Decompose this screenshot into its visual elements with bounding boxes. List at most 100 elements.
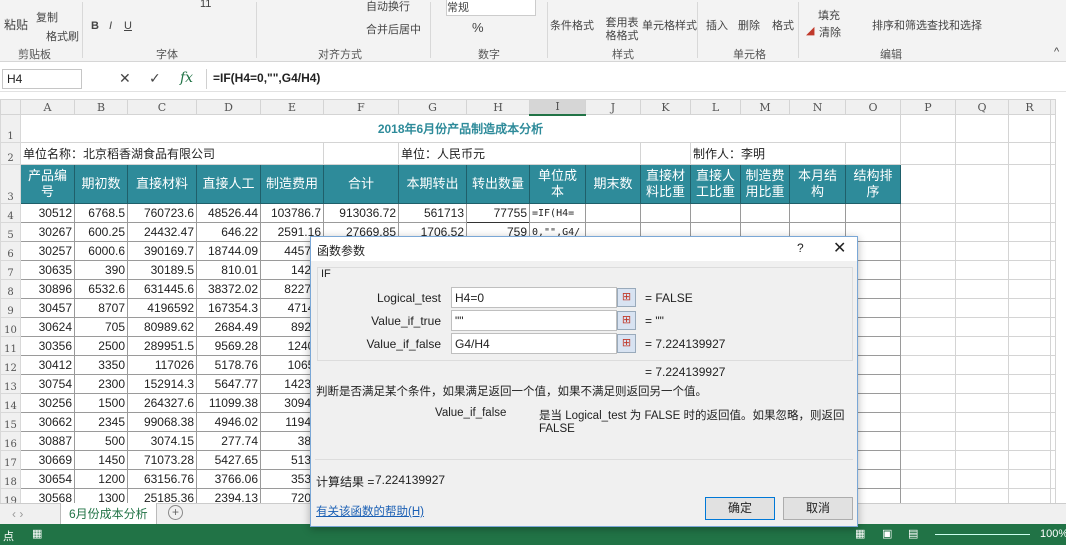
collapse-dialog-icon[interactable]: ⊞ — [617, 311, 636, 330]
conditional-format-button[interactable]: 条件格式 — [550, 17, 594, 33]
cell[interactable]: 30887 — [20, 431, 75, 451]
column-header-A[interactable]: A — [20, 99, 75, 115]
cell[interactable] — [955, 142, 1009, 165]
column-header-Q[interactable]: Q — [955, 99, 1009, 115]
zoom-slider[interactable] — [935, 534, 1030, 535]
column-title[interactable]: 制造费用 — [260, 164, 324, 204]
column-title[interactable]: 直接材料 — [127, 164, 197, 204]
table-format-button[interactable]: 套用表格格式 — [604, 17, 640, 43]
row-header-3[interactable]: 3 — [0, 164, 21, 204]
vertical-scrollbar[interactable] — [1050, 393, 1056, 413]
cell[interactable]: 5178.76 — [196, 355, 261, 375]
cell[interactable] — [900, 431, 956, 451]
column-title[interactable]: 制造费用比重 — [740, 164, 790, 204]
cell[interactable] — [955, 260, 1009, 280]
cell[interactable] — [955, 374, 1009, 394]
row-header-14[interactable]: 14 — [0, 393, 21, 413]
vertical-scrollbar[interactable] — [1050, 164, 1056, 204]
column-header-N[interactable]: N — [789, 99, 846, 115]
row-header-13[interactable]: 13 — [0, 374, 21, 394]
vertical-scrollbar[interactable] — [1050, 142, 1056, 165]
number-format-select[interactable]: 常规 — [446, 0, 536, 16]
cell[interactable]: 30662 — [20, 412, 75, 432]
cell[interactable] — [1008, 431, 1051, 451]
cell[interactable]: 4196592 — [127, 298, 197, 318]
vertical-scrollbar[interactable] — [1050, 260, 1056, 280]
insert-function-icon[interactable]: fx — [180, 70, 193, 86]
cell[interactable] — [955, 355, 1009, 375]
cell[interactable]: 30624 — [20, 317, 75, 337]
cell[interactable] — [1008, 114, 1051, 143]
column-header-B[interactable]: B — [74, 99, 128, 115]
cell[interactable]: 30257 — [20, 241, 75, 261]
column-header-E[interactable]: E — [260, 99, 324, 115]
cell[interactable] — [955, 241, 1009, 261]
cell[interactable] — [690, 203, 741, 223]
cell[interactable] — [1008, 412, 1051, 432]
cell[interactable] — [955, 450, 1009, 470]
cell[interactable] — [1008, 142, 1051, 165]
clear-button[interactable]: 清除 — [819, 24, 841, 40]
row-header-15[interactable]: 15 — [0, 412, 21, 432]
cell[interactable] — [900, 336, 956, 356]
normal-view-icon[interactable]: ▦ — [855, 527, 865, 540]
row-header-5[interactable]: 5 — [0, 222, 21, 242]
column-header-L[interactable]: L — [690, 99, 741, 115]
cell[interactable]: 705 — [74, 317, 128, 337]
cell[interactable] — [585, 203, 641, 223]
cell[interactable] — [900, 355, 956, 375]
cell[interactable] — [955, 114, 1009, 143]
paste-button[interactable]: 粘贴 — [4, 16, 28, 33]
cell[interactable]: 117026 — [127, 355, 197, 375]
row-header-11[interactable]: 11 — [0, 336, 21, 356]
cell[interactable] — [900, 374, 956, 394]
cell[interactable] — [1008, 355, 1051, 375]
cell[interactable] — [900, 450, 956, 470]
cell[interactable]: 11099.38 — [196, 393, 261, 413]
cell[interactable] — [955, 298, 1009, 318]
column-header-J[interactable]: J — [585, 99, 641, 115]
percent-button[interactable]: % — [472, 20, 484, 35]
cell[interactable] — [1008, 260, 1051, 280]
find-select-button[interactable]: 查找和选择 — [927, 17, 982, 33]
sheet-tab-6月份成本分析[interactable]: 6月份成本分析 — [60, 503, 157, 526]
format-button[interactable]: 格式 — [772, 17, 794, 33]
cell[interactable]: 30267 — [20, 222, 75, 242]
row-header-12[interactable]: 12 — [0, 355, 21, 375]
delete-button[interactable]: 删除 — [738, 17, 760, 33]
function-help-link[interactable]: 有关该函数的帮助(H) — [316, 503, 424, 519]
cell[interactable] — [1008, 336, 1051, 356]
cell[interactable] — [640, 142, 691, 165]
select-all-button[interactable] — [0, 99, 21, 115]
cell[interactable]: 3766.06 — [196, 469, 261, 489]
macro-record-icon[interactable]: ▦ — [32, 527, 42, 540]
cell[interactable]: 1500 — [74, 393, 128, 413]
currency-unit[interactable]: 单位：人民币元 — [398, 142, 641, 165]
cell[interactable]: 30412 — [20, 355, 75, 375]
cell[interactable] — [955, 336, 1009, 356]
cell[interactable]: 390 — [74, 260, 128, 280]
page-break-icon[interactable]: ▤ — [908, 527, 918, 540]
cell[interactable]: 30896 — [20, 279, 75, 299]
cell[interactable]: 9569.28 — [196, 336, 261, 356]
cell[interactable] — [900, 393, 956, 413]
cell[interactable] — [955, 222, 1009, 242]
column-title[interactable]: 合计 — [323, 164, 399, 204]
cell[interactable] — [955, 412, 1009, 432]
zoom-level[interactable]: 100% — [1040, 528, 1066, 540]
cell[interactable]: 3350 — [74, 355, 128, 375]
vertical-scrollbar[interactable] — [1050, 114, 1056, 143]
cell[interactable]: 6532.6 — [74, 279, 128, 299]
row-header-18[interactable]: 18 — [0, 469, 21, 489]
cell[interactable]: 48526.44 — [196, 203, 261, 223]
company-name[interactable]: 单位名称：北京稻香湖食品有限公司 — [20, 142, 324, 165]
cell[interactable]: 24432.47 — [127, 222, 197, 242]
cell[interactable]: 71073.28 — [127, 450, 197, 470]
column-title[interactable]: 产品编号 — [20, 164, 75, 204]
cell[interactable]: 152914.3 — [127, 374, 197, 394]
column-header-D[interactable]: D — [196, 99, 261, 115]
column-title[interactable]: 本期转出 — [398, 164, 467, 204]
column-header-F[interactable]: F — [323, 99, 399, 115]
cell[interactable] — [900, 142, 956, 165]
cell[interactable]: 631445.6 — [127, 279, 197, 299]
